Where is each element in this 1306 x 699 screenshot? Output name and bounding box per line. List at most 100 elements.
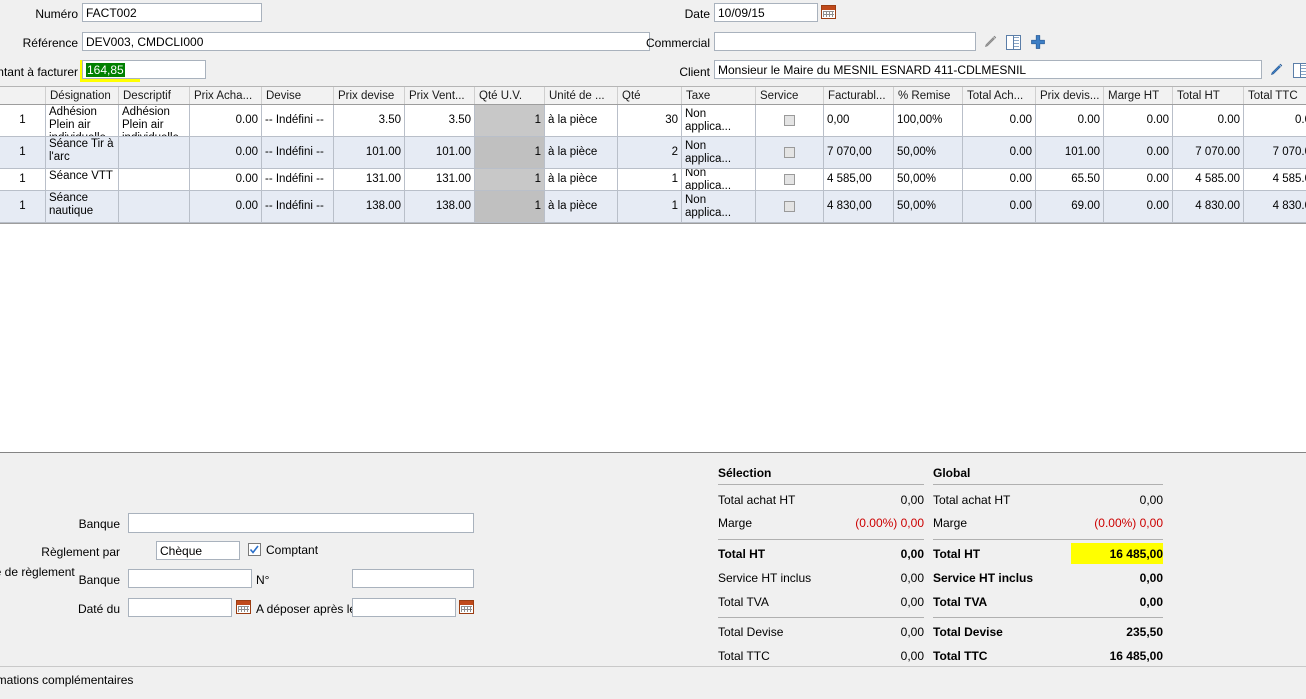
table-cell[interactable]: à la pièce [545, 191, 618, 222]
table-cell[interactable]: 69.00 [1036, 191, 1104, 222]
table-cell[interactable]: 4 830.00 [1173, 191, 1244, 222]
table-cell[interactable]: 0.00 [963, 191, 1036, 222]
date-input[interactable]: 10/09/15 [714, 3, 818, 22]
table-cell[interactable]: Non applica... [682, 169, 756, 190]
table-cell[interactable]: 4 585,00 [824, 169, 894, 190]
calendar-icon-date-du[interactable] [236, 600, 251, 614]
montant-a-facturer-input[interactable]: 164,85 [82, 60, 206, 79]
list-lookup-icon-commercial[interactable] [1006, 35, 1021, 50]
table-cell[interactable]: 2 [618, 137, 682, 168]
table-cell[interactable]: 7 070.00 [1173, 137, 1244, 168]
table-cell[interactable]: 7 070,00 [824, 137, 894, 168]
grid-header-cell[interactable]: Qté U.V. [475, 87, 545, 104]
table-cell[interactable]: 0.00 [1104, 169, 1173, 190]
table-cell[interactable]: -- Indéfini -- [262, 191, 334, 222]
table-cell[interactable]: 1 [475, 191, 545, 222]
numero-input[interactable]: FACT002 [82, 3, 262, 22]
table-cell[interactable]: 4 830.0 [1244, 191, 1306, 222]
table-cell[interactable]: 101.00 [334, 137, 405, 168]
grid-header-cell[interactable]: Prix Acha... [190, 87, 262, 104]
table-cell[interactable]: -- Indéfini -- [262, 137, 334, 168]
table-cell[interactable]: à la pièce [545, 137, 618, 168]
comptant-checkbox[interactable] [248, 543, 261, 556]
banque1-combo[interactable] [128, 513, 474, 533]
service-checkbox-cell[interactable] [756, 191, 824, 222]
reference-input[interactable]: DEV003, CMDCLI000 [82, 32, 650, 51]
grid-header-cell[interactable]: Facturabl... [824, 87, 894, 104]
grid-header-cell[interactable]: Prix devise [334, 87, 405, 104]
grid-header-cell[interactable]: Marge HT [1104, 87, 1173, 104]
table-cell[interactable]: 0.00 [1104, 191, 1173, 222]
list-lookup-icon-client[interactable] [1293, 63, 1306, 78]
table-cell[interactable]: 1 [0, 169, 46, 190]
table-cell[interactable] [119, 137, 190, 168]
table-cell[interactable]: 0,00 [824, 105, 894, 136]
calendar-icon-a-deposer[interactable] [459, 600, 474, 614]
table-cell[interactable]: 3.50 [334, 105, 405, 136]
table-cell[interactable]: 1 [0, 137, 46, 168]
reglement-par-combo[interactable]: Chèque [156, 541, 240, 560]
table-cell[interactable]: Non applica... [682, 137, 756, 168]
service-checkbox-cell[interactable] [756, 105, 824, 136]
table-cell[interactable]: 0.00 [963, 105, 1036, 136]
table-cell[interactable]: 3.50 [405, 105, 475, 136]
table-cell[interactable]: 0.00 [190, 105, 262, 136]
grid-header-cell[interactable]: Descriptif [119, 87, 190, 104]
table-cell[interactable]: 0.00 [1104, 105, 1173, 136]
table-cell[interactable]: Séance Tir à l'arc [46, 137, 119, 168]
table-cell[interactable]: 0.00 [963, 137, 1036, 168]
table-cell[interactable]: 4 585.0 [1244, 169, 1306, 190]
grid-header-cell[interactable]: Qté [618, 87, 682, 104]
table-cell[interactable] [119, 191, 190, 222]
table-cell[interactable]: 101.00 [1036, 137, 1104, 168]
table-cell[interactable]: 1 [475, 105, 545, 136]
grid-header-cell[interactable]: Taxe [682, 87, 756, 104]
edit-pencil-icon-commercial[interactable] [982, 34, 998, 50]
table-cell[interactable]: 4 830,00 [824, 191, 894, 222]
table-cell[interactable]: 1 [0, 191, 46, 222]
service-checkbox[interactable] [784, 201, 795, 212]
grid-header-cell[interactable]: Prix Vent... [405, 87, 475, 104]
table-cell[interactable]: à la pièce [545, 169, 618, 190]
table-cell[interactable]: 0.00 [1036, 105, 1104, 136]
table-cell[interactable]: 50,00% [894, 191, 963, 222]
table-cell[interactable]: Séance VTT [46, 169, 119, 190]
grid-header-cell[interactable]: Devise [262, 87, 334, 104]
table-cell[interactable]: 138.00 [405, 191, 475, 222]
table-row[interactable]: 1 Séance Tir à l'arc 0.00 -- Indéfini -- 101… [0, 137, 1306, 169]
service-checkbox-cell[interactable] [756, 169, 824, 190]
edit-pencil-icon-client[interactable] [1268, 62, 1284, 78]
table-cell[interactable]: 4 585.00 [1173, 169, 1244, 190]
a-deposer-input[interactable] [352, 598, 456, 617]
table-cell[interactable]: à la pièce [545, 105, 618, 136]
grid-header-cell[interactable]: Service [756, 87, 824, 104]
cheque-numero-input[interactable] [352, 569, 474, 588]
table-cell[interactable]: 65.50 [1036, 169, 1104, 190]
table-cell[interactable]: 131.00 [405, 169, 475, 190]
table-cell[interactable]: 1 [618, 169, 682, 190]
table-cell[interactable]: Adhésion Plein air individuelle [46, 105, 119, 136]
table-cell[interactable]: 0.00 [190, 137, 262, 168]
grid-header-cell[interactable] [0, 87, 46, 104]
grid-header-cell[interactable]: Prix devis... [1036, 87, 1104, 104]
table-cell[interactable]: 0.00 [190, 191, 262, 222]
table-cell[interactable]: -- Indéfini -- [262, 169, 334, 190]
date-du-input[interactable] [128, 598, 232, 617]
table-cell[interactable]: 131.00 [334, 169, 405, 190]
grid-header-cell[interactable]: Total HT [1173, 87, 1244, 104]
table-cell[interactable] [119, 169, 190, 190]
grid-header-cell[interactable]: Total TTC [1244, 87, 1306, 104]
table-cell[interactable]: 101.00 [405, 137, 475, 168]
calendar-icon[interactable] [821, 5, 836, 19]
table-row[interactable]: 1 Séance VTT 0.00 -- Indéfini -- 131.00 131.0… [0, 169, 1306, 191]
table-cell[interactable]: 0.00 [190, 169, 262, 190]
banque2-combo[interactable] [128, 569, 252, 588]
table-cell[interactable]: Adhésion Plein air individuelle [119, 105, 190, 136]
client-combo[interactable]: Monsieur le Maire du MESNIL ESNARD 411-C… [714, 60, 1262, 79]
table-cell[interactable]: 1 [0, 105, 46, 136]
service-checkbox-cell[interactable] [756, 137, 824, 168]
table-cell[interactable]: -- Indéfini -- [262, 105, 334, 136]
table-cell[interactable]: 138.00 [334, 191, 405, 222]
table-cell[interactable]: 0.00 [1104, 137, 1173, 168]
table-cell[interactable]: 100,00% [894, 105, 963, 136]
